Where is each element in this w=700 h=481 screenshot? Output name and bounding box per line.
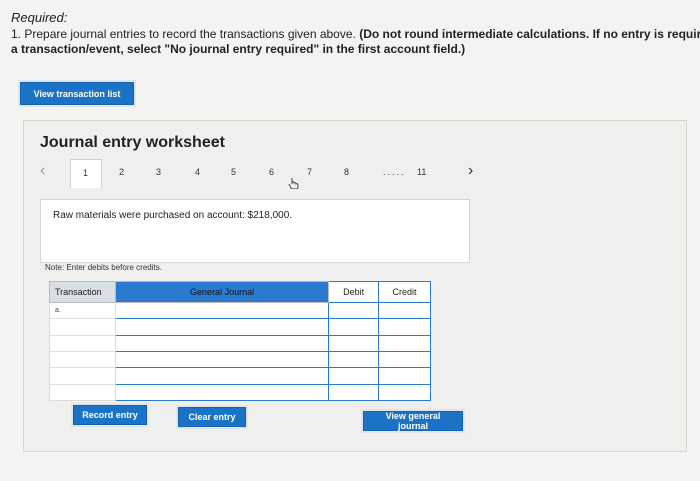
account-select[interactable] — [114, 350, 330, 369]
worksheet-title: Journal entry worksheet — [40, 134, 225, 151]
clear-entry-button[interactable]: Clear entry — [178, 407, 246, 427]
header-general-journal: General Journal — [114, 281, 330, 303]
pager-tab-8[interactable]: 8 — [344, 167, 349, 177]
credit-input[interactable] — [378, 383, 431, 402]
view-transaction-list-button[interactable]: View transaction list — [20, 82, 134, 105]
required-instruction-line-2: a transaction/event, select "No journal … — [11, 42, 466, 56]
debits-note: Note: Enter debits before credits. — [45, 263, 162, 272]
debit-input[interactable] — [328, 301, 380, 320]
chevron-right-icon[interactable]: › — [468, 162, 473, 180]
instruction-bold-text: (Do not round intermediate calculations.… — [359, 27, 700, 41]
account-select[interactable] — [114, 383, 330, 402]
row-transaction — [49, 318, 116, 336]
credit-input[interactable] — [378, 350, 431, 369]
credit-input[interactable] — [378, 318, 431, 336]
row-transaction — [49, 334, 116, 352]
journal-entry-worksheet: Journal entry worksheet ‹ 1 2 3 4 5 6 7 … — [23, 120, 687, 452]
debit-input[interactable] — [328, 383, 380, 402]
required-instruction-line-1: 1. Prepare journal entries to record the… — [11, 27, 700, 41]
instruction-normal-text: 1. Prepare journal entries to record the… — [11, 27, 356, 41]
pager-tab-6[interactable]: 6 — [269, 167, 274, 177]
hand-pointer-icon — [288, 178, 299, 189]
table-row — [49, 334, 431, 352]
header-transaction: Transaction — [49, 281, 116, 303]
debit-input[interactable] — [328, 350, 380, 369]
debit-input[interactable] — [328, 334, 380, 352]
credit-input[interactable] — [378, 301, 431, 320]
table-row — [49, 318, 431, 336]
row-transaction — [49, 350, 116, 369]
row-transaction — [49, 367, 116, 385]
account-select[interactable] — [114, 318, 330, 336]
pager-ellipsis: ..... — [383, 167, 406, 177]
pager-tab-label: 1 — [83, 168, 89, 178]
debit-input[interactable] — [328, 367, 380, 385]
debit-input[interactable] — [328, 318, 380, 336]
row-transaction: a. — [49, 301, 116, 320]
table-row — [49, 350, 431, 369]
pager-tab-4[interactable]: 4 — [195, 167, 200, 177]
credit-input[interactable] — [378, 334, 431, 352]
credit-input[interactable] — [378, 367, 431, 385]
row-transaction — [49, 383, 116, 402]
worksheet-pager: ‹ 1 2 3 4 5 6 7 8 ..... 11 › — [38, 159, 488, 189]
pager-tab-5[interactable]: 5 — [231, 167, 236, 177]
pager-tab-active[interactable]: 1 — [70, 159, 102, 188]
transaction-description-box: Raw materials were purchased on account:… — [40, 199, 470, 263]
table-row — [49, 383, 431, 402]
table-row: a. — [49, 301, 431, 320]
pager-tab-3[interactable]: 3 — [156, 167, 161, 177]
header-debit: Debit — [328, 281, 380, 303]
pager-tab-2[interactable]: 2 — [119, 167, 124, 177]
account-select[interactable] — [114, 301, 330, 320]
pager-tab-7[interactable]: 7 — [307, 167, 312, 177]
record-entry-button[interactable]: Record entry — [73, 405, 147, 425]
view-general-journal-button[interactable]: View general journal — [363, 411, 463, 431]
pager-tab-11[interactable]: 11 — [417, 167, 426, 177]
header-credit: Credit — [378, 281, 431, 303]
table-row — [49, 367, 431, 385]
account-select[interactable] — [114, 334, 330, 352]
journal-table: Transaction General Journal Debit Credit… — [49, 281, 431, 402]
chevron-left-icon[interactable]: ‹ — [40, 162, 45, 180]
transaction-description: Raw materials were purchased on account:… — [53, 210, 293, 221]
account-select[interactable] — [114, 367, 330, 385]
required-title: Required: — [11, 10, 68, 25]
